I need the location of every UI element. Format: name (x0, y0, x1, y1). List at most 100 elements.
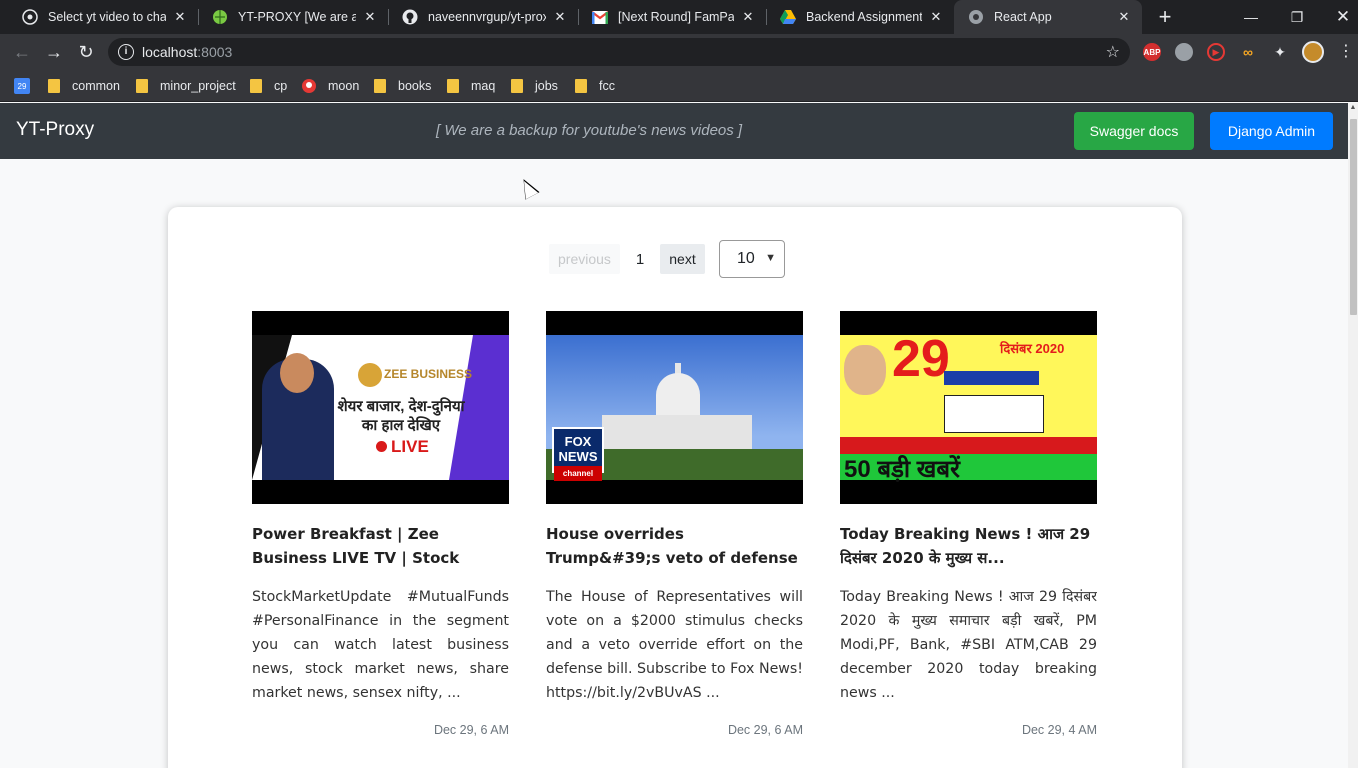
video-card[interactable]: ZEE BUSINESS शेयर बाजार, देश-दुनिया का ह… (252, 311, 509, 737)
bookmark-books[interactable]: books (374, 77, 431, 95)
close-icon[interactable]: ✕ (172, 9, 188, 25)
zee-business-logo: ZEE BUSINESS (358, 363, 472, 387)
bookmark-star-icon[interactable]: ☆ (1106, 42, 1120, 62)
thumbnail-caption: शेयर बाजार, देश-दुनिया का हाल देखिए (337, 398, 465, 434)
bookmark-common[interactable]: common (48, 77, 120, 95)
moon-icon (302, 79, 316, 93)
browser-tab[interactable]: naveennvrgup/yt-proxy ✕ (388, 0, 578, 34)
reload-icon[interactable]: ↻ (74, 40, 98, 64)
address-bar[interactable]: i localhost:8003 ☆ (108, 38, 1130, 66)
folder-icon (250, 79, 262, 93)
url-text: localhost:8003 (142, 44, 232, 60)
github-icon (402, 9, 418, 25)
tab-title: Select yt video to chang (48, 10, 166, 24)
video-description: Today Breaking News ! आज 29 दिसंबर 2020 … (840, 589, 1097, 701)
current-page: 1 (635, 250, 645, 268)
video-title[interactable]: House overrides Trump&#39;s veto of defe… (546, 522, 803, 570)
bookmark-moon[interactable]: moon (302, 77, 359, 95)
video-thumbnail[interactable]: ZEE BUSINESS शेयर बाजार, देश-दुनिया का ह… (252, 311, 509, 504)
zee-logo-text: ZEE BUSINESS (384, 367, 473, 382)
video-description: StockMarketUpdate #MutualFunds #Personal… (252, 589, 509, 701)
scrollbar-thumb[interactable] (1350, 119, 1357, 315)
video-date: Dec 29, 6 AM (433, 723, 509, 737)
capitol-dome (656, 373, 700, 417)
extension-cloud-icon[interactable] (1175, 43, 1193, 61)
per-page-value: 10 (737, 250, 755, 267)
restore-icon[interactable]: ❐ (1274, 0, 1320, 34)
url-host: localhost (142, 44, 198, 60)
next-button[interactable]: next (660, 244, 705, 274)
forward-arrow-icon[interactable]: → (42, 40, 66, 64)
chrome-globe-icon (22, 9, 38, 25)
anchor-face (280, 353, 314, 393)
bookmark-label: jobs (535, 79, 558, 93)
brand-title[interactable]: YT-Proxy (16, 119, 94, 141)
infinity-extension-icon[interactable]: ∞ (1239, 43, 1257, 61)
minimize-icon[interactable]: — (1228, 0, 1274, 34)
app-navbar: YT-Proxy [ We are a backup for youtube's… (0, 103, 1348, 159)
default-page-icon (968, 9, 984, 25)
back-arrow-icon[interactable]: ← (10, 40, 34, 64)
fox-logo-line: FOX (564, 434, 592, 449)
play-extension-icon[interactable]: ▶ (1207, 43, 1225, 61)
folder-icon (136, 79, 148, 93)
close-icon[interactable]: ✕ (362, 9, 378, 25)
browser-tab[interactable]: YT-PROXY [We are a ba ✕ (198, 0, 388, 34)
folder-icon (447, 79, 459, 93)
django-admin-button[interactable]: Django Admin (1210, 112, 1333, 150)
thumbnail-face (844, 345, 886, 395)
chevron-down-icon: ▼ (765, 252, 776, 264)
bookmark-jobs[interactable]: jobs (511, 77, 558, 95)
bookmark-label: common (72, 79, 120, 93)
browser-tab[interactable]: Select yt video to chang ✕ (8, 0, 198, 34)
adblock-plus-icon[interactable]: ABP (1143, 43, 1161, 61)
bookmark-label: minor_project (160, 79, 236, 93)
video-thumbnail[interactable]: FOX NEWS channel (546, 311, 803, 504)
browser-tab-active[interactable]: React App ✕ (954, 0, 1142, 34)
swagger-docs-button[interactable]: Swagger docs (1074, 112, 1194, 150)
calendar-icon: 29 (14, 78, 30, 94)
thumbnail-count: 50 बड़ी खबरें (844, 456, 960, 483)
zee-logo-circle (358, 363, 382, 387)
tagline: [ We are a backup for youtube's news vid… (436, 122, 743, 139)
pagination: previous 1 next (549, 243, 705, 275)
per-page-select[interactable]: 10 ▼ (719, 240, 785, 278)
video-description: The House of Representatives will vote o… (546, 589, 803, 701)
capitol-building (602, 415, 752, 453)
url-port: :8003 (197, 44, 233, 60)
site-info-icon[interactable]: i (118, 44, 134, 60)
browser-tab[interactable]: [Next Round] FamPay | ( ✕ (578, 0, 766, 34)
previous-button[interactable]: previous (549, 244, 620, 274)
video-thumbnail[interactable]: 29 दिसंबर 2020 50 बड़ी खबरें (840, 311, 1097, 504)
puzzle-extensions-icon[interactable]: ✦ (1271, 43, 1289, 61)
live-badge: LIVE (376, 437, 429, 457)
window-close-icon[interactable]: ✕ (1320, 0, 1358, 34)
bookmark-label: maq (471, 79, 496, 93)
close-icon[interactable]: ✕ (740, 9, 756, 25)
bookmark-label: moon (328, 79, 360, 93)
bookmark-fcc[interactable]: fcc (575, 77, 615, 95)
fox-logo-line: NEWS (558, 449, 598, 464)
bookmark-minor-project[interactable]: minor_project (136, 77, 236, 95)
close-icon[interactable]: ✕ (1116, 9, 1132, 25)
bookmark-calendar[interactable]: 29 (14, 77, 30, 95)
drive-icon (780, 9, 796, 25)
thumbnail-big-date: 29 (892, 330, 950, 388)
bookmark-maq[interactable]: maq (447, 77, 495, 95)
video-card[interactable]: 29 दिसंबर 2020 50 बड़ी खबरें Today Break… (840, 311, 1097, 737)
profile-avatar[interactable] (1302, 41, 1324, 63)
close-icon[interactable]: ✕ (552, 9, 568, 25)
menu-kebab-icon[interactable]: ⋮ (1334, 40, 1358, 64)
tab-title: Backend Assignment (In (806, 10, 922, 24)
live-label: LIVE (391, 437, 429, 456)
scroll-up-icon[interactable]: ▲ (1349, 104, 1357, 112)
video-card[interactable]: FOX NEWS channel House overrides Trump&#… (546, 311, 803, 737)
browser-tab[interactable]: Backend Assignment (In ✕ (766, 0, 954, 34)
new-tab-plus-icon[interactable]: + (1154, 4, 1176, 30)
bookmark-cp[interactable]: cp (250, 77, 287, 95)
close-icon[interactable]: ✕ (928, 9, 944, 25)
bookmark-label: fcc (599, 79, 615, 93)
video-title[interactable]: Power Breakfast | Zee Business LIVE TV |… (252, 522, 509, 570)
tab-title: React App (994, 10, 1052, 24)
video-title[interactable]: Today Breaking News ! आज 29 दिसंबर 2020 … (840, 522, 1097, 570)
